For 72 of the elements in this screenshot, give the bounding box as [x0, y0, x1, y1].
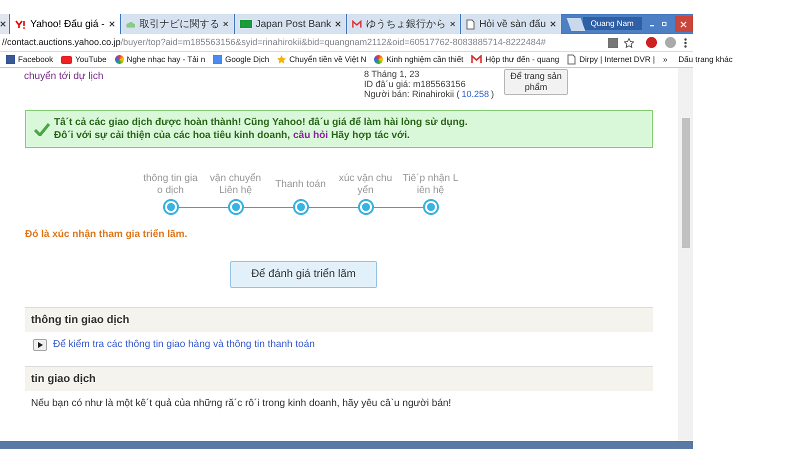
step-label: xúc vận chu yển	[338, 173, 394, 197]
cloud-icon	[126, 20, 136, 28]
step-label: Thanh toán	[274, 178, 327, 192]
bookmark-link[interactable]: Chuyển tiền về Việt N	[289, 54, 366, 66]
close-icon[interactable]	[223, 21, 229, 27]
travel-link[interactable]: chuyển tới dự lịch	[24, 69, 104, 84]
browser-tab[interactable]: Japan Post Bank	[234, 14, 346, 34]
section-header: tin giao dịch	[25, 366, 653, 391]
y-logo-icon	[15, 20, 26, 28]
browser-tab[interactable]: 取引ナビに関する	[120, 14, 234, 34]
seller-text: )	[491, 89, 494, 99]
section-header: thông tin giao dịch	[25, 307, 653, 332]
browser-tab[interactable]: Hỏi về sàn đấu	[461, 14, 561, 34]
close-icon[interactable]	[335, 21, 342, 27]
step-label: thông tin gia o dịch	[142, 173, 199, 197]
product-page-button[interactable]: Để trang sản phẩm	[504, 69, 568, 95]
star-icon	[277, 55, 286, 64]
question-link[interactable]: câu hỏi	[293, 129, 328, 142]
bookmark-link[interactable]: YouTube	[75, 54, 107, 66]
facebook-icon	[6, 55, 15, 64]
bank-logo-icon	[240, 20, 252, 28]
bookmark-link[interactable]: Dirpy | Internet DVR |	[579, 54, 655, 66]
bookmark-link[interactable]: Google Dịch	[225, 54, 270, 66]
date-text: 8 Tháng 1, 23	[364, 69, 420, 79]
checkmark-icon	[34, 122, 50, 136]
star-outline-icon[interactable]	[624, 38, 634, 48]
bookmark-folder[interactable]: Dấu trang khác	[678, 54, 733, 66]
more-bookmarks-button[interactable]: »	[662, 54, 668, 66]
mail-icon	[352, 20, 362, 28]
tab-title: 取引ナビに関する	[139, 18, 220, 32]
profile-button[interactable]: Quang Nam	[582, 17, 642, 30]
seller-text: Người bán: Rinahirokii (	[364, 89, 460, 99]
browser-tab[interactable]: Yahoo! Đấu giá -	[10, 14, 120, 34]
step-label: Tiê´p nhận L iên hệ	[402, 173, 460, 197]
rate-exhibition-button[interactable]: Để đánh giá triển lãm	[230, 261, 377, 288]
notice-text: Tâ´t cả các giao dịch được hoàn thành! Cũng Yahoo! đâ´u giá để làm hài lòng sử dụng.	[54, 116, 468, 129]
bookmark-link[interactable]: Hộp thư đến - quang	[485, 54, 560, 66]
page-icon	[466, 18, 476, 30]
bookmark-link[interactable]: Nghe nhạc hay - Tải n	[126, 54, 206, 66]
url-path-text[interactable]: /buyer/top?aid=m185563156&syid=rinahirokii&bid=quangnam2112&oid=60517762-8083885714-8222484#	[120, 36, 546, 50]
close-icon[interactable]	[550, 21, 556, 27]
tab-title: Yahoo! Đấu giá -	[30, 18, 105, 32]
new-tab-button[interactable]	[566, 18, 585, 31]
play-logo-icon	[61, 56, 72, 64]
notice-text: Đô´i với sự cải thiện của các hoa tiêu kinh doanh,	[54, 129, 290, 142]
seller-score-link[interactable]: 10.258	[461, 89, 489, 99]
menu-icon[interactable]	[684, 38, 687, 48]
delivery-info-link[interactable]: Để kiểm tra các thông tin giao hàng và thông tin thanh toán	[53, 337, 315, 352]
bookmark-link[interactable]: Kinh nghiệm cần thiết	[386, 54, 464, 66]
close-window-button[interactable]	[674, 16, 693, 32]
auction-id-text: ID đâ´u giá: m185563156	[364, 79, 466, 89]
url-host-text[interactable]: //contact.auctions.yahoo.co.jp	[2, 36, 121, 50]
maximize-icon[interactable]	[662, 20, 667, 28]
tab[interactable]	[0, 14, 10, 34]
mail-icon	[471, 55, 482, 64]
close-icon[interactable]	[0, 21, 6, 27]
notice-text: Hãy hợp tác với.	[331, 129, 410, 142]
bookmark-link[interactable]: Facebook	[18, 54, 54, 66]
tab-title: Hỏi về sàn đấu	[479, 18, 546, 32]
play-icon	[38, 342, 42, 348]
browser-tab[interactable]: ゆうちょ銀行から	[347, 14, 460, 34]
translate-icon[interactable]	[608, 38, 618, 48]
close-icon[interactable]	[108, 21, 115, 27]
close-icon[interactable]	[450, 21, 456, 27]
extension-icon[interactable]	[646, 37, 657, 48]
tab-title: Japan Post Bank	[256, 18, 332, 32]
section-text: Nếu bạn có như là một kê´t quả của những ră´c rô´i trong kinh doanh, hãy yêu câ`u người bán!	[31, 397, 452, 411]
step-label: vận chuyển Liên hệ	[208, 173, 262, 197]
status-message: Đó là xúc nhận tham gia triển lãm.	[25, 228, 188, 242]
play-button[interactable]	[33, 338, 47, 350]
tab-title: ゆうちょ銀行から	[366, 18, 446, 32]
translate-icon	[213, 55, 222, 64]
